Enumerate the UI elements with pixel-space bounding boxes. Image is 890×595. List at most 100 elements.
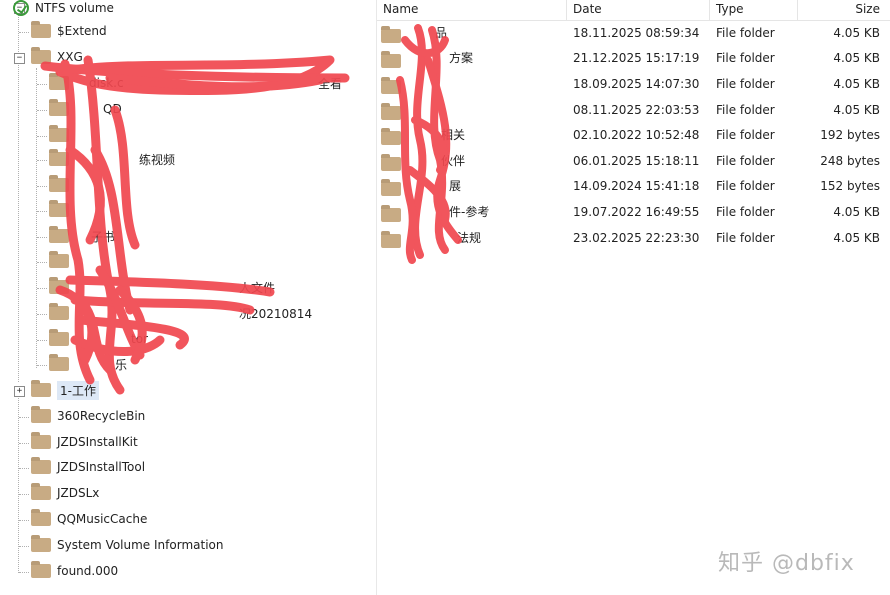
tree-item-report[interactable]: 况20210814 bbox=[49, 302, 312, 324]
folder-icon bbox=[31, 47, 51, 64]
tree-root-ntfs[interactable]: NTFS volume bbox=[13, 0, 114, 19]
tree-item-label: disk.c bbox=[89, 76, 124, 90]
tree-connector bbox=[37, 314, 47, 315]
folder-icon bbox=[31, 406, 51, 423]
tree-item-360recyclebin[interactable]: 360RecycleBin bbox=[31, 405, 145, 427]
folder-icon bbox=[31, 21, 51, 38]
folder-icon bbox=[49, 277, 69, 294]
folder-icon bbox=[31, 509, 51, 526]
tree-item-label: 全看 bbox=[318, 76, 343, 91]
tree-connector bbox=[37, 84, 47, 85]
tree-root-label: NTFS volume bbox=[35, 1, 114, 15]
tree-guide bbox=[18, 14, 19, 54]
tree-connector bbox=[37, 186, 47, 187]
tree-item-label: tor bbox=[131, 332, 148, 346]
tree-connector bbox=[19, 443, 29, 444]
tree-item-system-volume-information[interactable]: System Volume Information bbox=[31, 534, 223, 556]
tree-item[interactable] bbox=[49, 174, 69, 196]
folder-icon bbox=[381, 51, 401, 68]
table-row[interactable]: 相关 02.10.2022 10:52:48 File folder 192 b… bbox=[377, 123, 890, 148]
folder-icon bbox=[381, 128, 401, 145]
folder-icon bbox=[31, 380, 51, 397]
column-header-size[interactable]: Size bbox=[798, 0, 890, 20]
tree-item-extend[interactable]: $Extend bbox=[31, 20, 107, 42]
tree-item-label: $Extend bbox=[57, 24, 107, 38]
table-row[interactable]: 件-参考 19.07.2022 16:49:55 File folder 4.0… bbox=[377, 200, 890, 225]
watermark: 知乎 @dbfix bbox=[718, 551, 855, 576]
file-size: 4.05 KB bbox=[833, 103, 880, 117]
table-row[interactable]: 08.11.2025 22:03:53 File folder 4.05 KB bbox=[377, 98, 890, 123]
tree-connector bbox=[19, 572, 29, 573]
tree-connector bbox=[19, 520, 29, 521]
table-row[interactable]: 18.09.2025 14:07:30 File folder 4.05 KB bbox=[377, 72, 890, 97]
file-type: File folder bbox=[716, 103, 775, 117]
file-type: File folder bbox=[716, 205, 775, 219]
file-size: 4.05 KB bbox=[833, 26, 880, 40]
file-date: 06.01.2025 15:18:11 bbox=[573, 154, 700, 168]
tree-connector bbox=[37, 136, 47, 137]
tree-item-label: 人文件 bbox=[239, 280, 276, 295]
file-size: 192 bytes bbox=[820, 128, 880, 142]
file-name: 相关 bbox=[441, 128, 466, 142]
file-name: 件-参考 bbox=[449, 205, 490, 219]
tree-item[interactable] bbox=[49, 124, 69, 146]
tree-item-work[interactable]: 1-工作 bbox=[31, 379, 99, 401]
tree-item-jzdsinstallkit[interactable]: JZDSInstallKit bbox=[31, 431, 138, 453]
tree-item-jzdsinstalltool[interactable]: JZDSInstallTool bbox=[31, 456, 145, 478]
folder-icon bbox=[381, 231, 401, 248]
folder-icon bbox=[31, 483, 51, 500]
file-date: 21.12.2025 15:17:19 bbox=[573, 51, 700, 65]
tree-item-personal[interactable]: 人文件 bbox=[49, 276, 275, 298]
tree-connector bbox=[19, 468, 29, 469]
table-row[interactable]: 法规 23.02.2025 22:23:30 File folder 4.05 … bbox=[377, 226, 890, 251]
folder-icon bbox=[31, 457, 51, 474]
folder-icon bbox=[381, 154, 401, 171]
table-row[interactable]: 品 18.11.2025 08:59:34 File folder 4.05 K… bbox=[377, 21, 890, 46]
tree-item-music[interactable]: 乐 bbox=[49, 353, 127, 375]
table-row[interactable]: 展 14.09.2024 15:41:18 File folder 152 by… bbox=[377, 174, 890, 199]
tree-item-jzdslx[interactable]: JZDSLx bbox=[31, 482, 99, 504]
folder-icon bbox=[49, 149, 69, 166]
file-date: 14.09.2024 15:41:18 bbox=[573, 179, 700, 193]
tree-item-qd[interactable]: QD bbox=[49, 98, 122, 120]
file-date: 18.09.2025 14:07:30 bbox=[573, 77, 700, 91]
tree-item-qqmusiccache[interactable]: QQMusicCache bbox=[31, 508, 147, 530]
tree-item-found000[interactable]: found.000 bbox=[31, 560, 118, 582]
file-type: File folder bbox=[716, 77, 775, 91]
tree-item-tor[interactable]: tor bbox=[49, 328, 148, 350]
collapse-toggle[interactable]: − bbox=[14, 53, 25, 64]
tree-item-ebook[interactable]: 子书 bbox=[49, 225, 115, 247]
tree-item[interactable] bbox=[49, 199, 69, 221]
tree-item-label: 子书 bbox=[91, 229, 116, 244]
file-size: 248 bytes bbox=[820, 154, 880, 168]
expand-toggle[interactable]: + bbox=[14, 386, 25, 397]
table-row[interactable]: 方案 21.12.2025 15:17:19 File folder 4.05 … bbox=[377, 46, 890, 71]
folder-icon bbox=[49, 99, 69, 116]
file-date: 23.02.2025 22:23:30 bbox=[573, 231, 700, 245]
tree-item-video[interactable]: 练视频 bbox=[49, 148, 175, 170]
folder-icon bbox=[381, 103, 401, 120]
folder-icon bbox=[49, 125, 69, 142]
file-type: File folder bbox=[716, 26, 775, 40]
file-list: Name Date Type Size 品 18.11.2025 08:59:3… bbox=[377, 0, 890, 595]
file-name: 展 bbox=[449, 179, 462, 193]
tree-item[interactable] bbox=[49, 250, 69, 272]
tree-item-label: found.000 bbox=[57, 564, 119, 578]
file-date: 08.11.2025 22:03:53 bbox=[573, 103, 700, 117]
table-row[interactable]: 伙伴 06.01.2025 15:18:11 File folder 248 b… bbox=[377, 149, 890, 174]
tree-connector bbox=[37, 262, 47, 263]
tree-item-xxg[interactable]: XXG bbox=[31, 46, 83, 68]
tree-item-label: System Volume Information bbox=[57, 538, 224, 552]
file-size: 152 bytes bbox=[820, 179, 880, 193]
tree-item-label: 乐 bbox=[115, 357, 128, 372]
tree-connector bbox=[37, 160, 47, 161]
tree-connector bbox=[37, 288, 47, 289]
column-header-name[interactable]: Name bbox=[377, 0, 567, 20]
tree-connector bbox=[37, 237, 47, 238]
column-header-date[interactable]: Date bbox=[567, 0, 710, 20]
column-header-type[interactable]: Type bbox=[710, 0, 798, 20]
tree-item-label-tail: 全看 bbox=[318, 72, 342, 94]
file-name: 方案 bbox=[449, 51, 474, 65]
tree-connector bbox=[37, 110, 47, 111]
tree-item-disk[interactable]: disk.c bbox=[49, 72, 124, 94]
